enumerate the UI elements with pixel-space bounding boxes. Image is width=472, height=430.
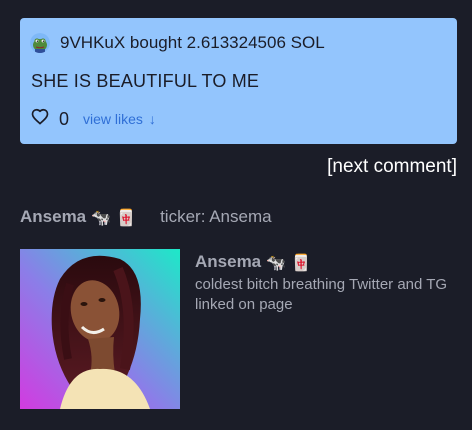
like-count: 0 (59, 108, 70, 129)
token-emojis: 🐄 🀄 (91, 207, 137, 227)
heart-outline-icon (31, 108, 49, 130)
token-title[interactable]: Ansema (195, 252, 261, 272)
token-title-emojis: 🐄 🀄 (266, 252, 312, 272)
view-likes-label: view likes (83, 111, 143, 127)
token-ticker: ticker: Ansema (160, 207, 272, 226)
token-title-line: Ansema 🐄 🀄 (195, 250, 457, 274)
token-portrait-image[interactable] (20, 249, 180, 409)
token-description: coldest bitch breathing Twitter and TG l… (195, 276, 448, 313)
comment-actions: 0 view likes ↓ (31, 108, 156, 130)
comment-user-line: 9VHKuX bought 2.613324506 SOL (60, 33, 325, 52)
pepe-frog-avatar-icon[interactable] (30, 33, 50, 53)
comment-card: 9VHKuX bought 2.613324506 SOL SHE IS BEA… (20, 18, 457, 144)
arrow-down-icon: ↓ (148, 111, 156, 127)
view-likes-button[interactable]: view likes ↓ (83, 111, 156, 127)
token-page: 9VHKuX bought 2.613324506 SOL SHE IS BEA… (0, 0, 472, 430)
comment-header: 9VHKuX bought 2.613324506 SOL (30, 31, 325, 55)
next-comment-button[interactable]: [next comment] (327, 156, 457, 178)
comment-text: SHE IS BEAUTIFUL TO ME (31, 71, 260, 91)
token-header: Ansema 🐄 🀄 ticker: Ansema (20, 205, 272, 229)
like-button[interactable]: 0 (31, 108, 83, 130)
token-name: Ansema (20, 207, 87, 226)
token-details: Ansema 🐄 🀄 coldest bitch breathing Twitt… (195, 250, 457, 315)
